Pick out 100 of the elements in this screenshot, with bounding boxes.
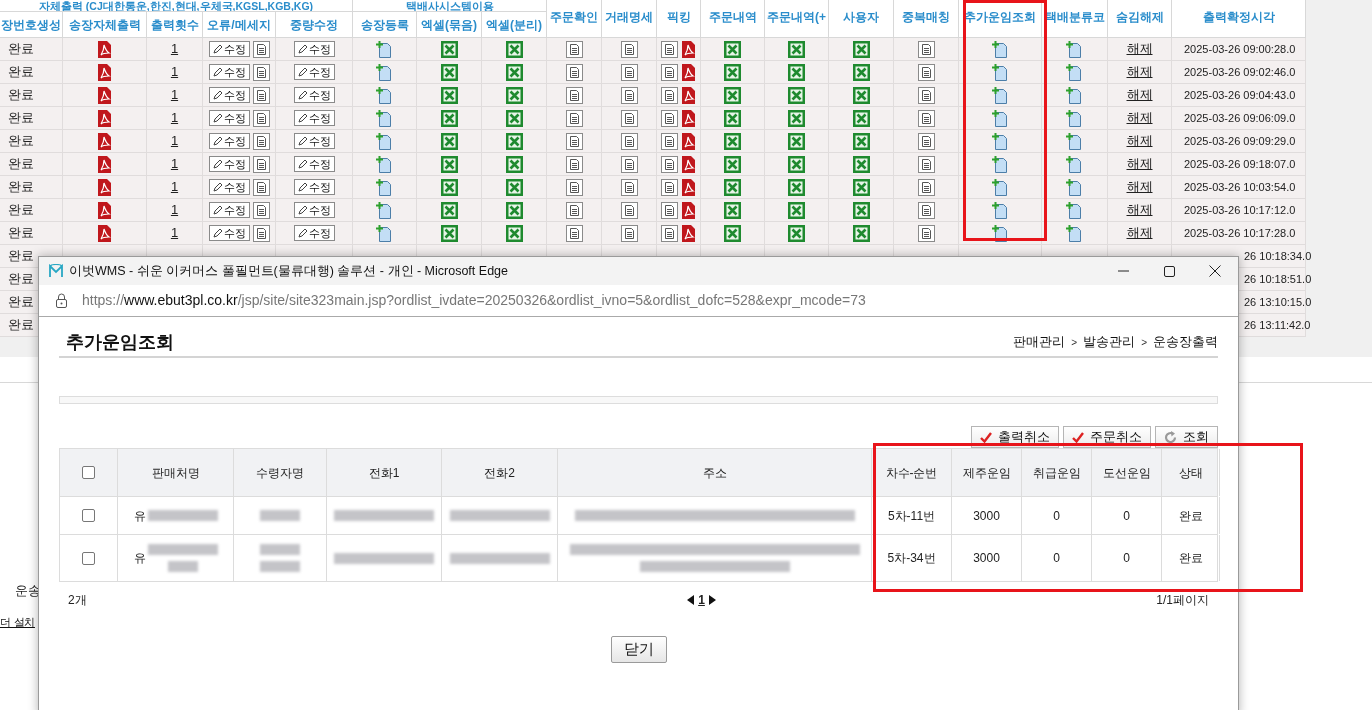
unhide-link[interactable]: 해제 [1126, 223, 1153, 243]
document-icon[interactable] [252, 155, 270, 173]
count-link[interactable]: 1 [170, 108, 179, 128]
document-icon[interactable] [565, 63, 583, 81]
document-icon[interactable] [565, 201, 583, 219]
document-icon[interactable] [565, 86, 583, 104]
spreadsheet-icon[interactable] [724, 155, 741, 173]
spreadsheet-icon[interactable] [852, 86, 870, 104]
checkbox[interactable] [82, 466, 95, 479]
spreadsheet-icon[interactable] [852, 201, 870, 219]
spreadsheet-icon[interactable] [440, 224, 458, 242]
close-dialog-button[interactable]: 닫기 [610, 636, 667, 663]
spreadsheet-icon[interactable] [440, 109, 458, 127]
add-document-icon[interactable] [1066, 86, 1083, 104]
document-icon[interactable] [917, 224, 935, 242]
document-icon[interactable] [620, 178, 638, 196]
edit-button[interactable]: 수정 [293, 225, 335, 241]
spreadsheet-icon[interactable] [852, 109, 870, 127]
spreadsheet-icon[interactable] [788, 109, 805, 127]
document-icon[interactable] [661, 155, 678, 173]
edit-button[interactable]: 수정 [293, 156, 335, 172]
add-document-icon[interactable] [1066, 155, 1083, 173]
edit-button[interactable]: 수정 [293, 87, 335, 103]
pdf-icon[interactable] [97, 224, 112, 242]
spreadsheet-icon[interactable] [505, 63, 523, 81]
spreadsheet-icon[interactable] [440, 155, 458, 173]
document-icon[interactable] [620, 86, 638, 104]
checkbox[interactable] [82, 509, 95, 522]
document-icon[interactable] [252, 109, 270, 127]
spreadsheet-icon[interactable] [440, 201, 458, 219]
document-icon[interactable] [661, 40, 678, 58]
document-icon[interactable] [620, 109, 638, 127]
document-icon[interactable] [661, 86, 678, 104]
document-icon[interactable] [252, 40, 270, 58]
document-icon[interactable] [620, 40, 638, 58]
document-icon[interactable] [565, 40, 583, 58]
spreadsheet-icon[interactable] [505, 178, 523, 196]
add-document-icon[interactable] [1066, 132, 1083, 150]
spreadsheet-icon[interactable] [724, 178, 741, 196]
spreadsheet-icon[interactable] [724, 201, 741, 219]
pdf-icon[interactable] [681, 201, 696, 219]
edit-button[interactable]: 수정 [208, 87, 250, 103]
add-document-icon[interactable] [991, 155, 1009, 173]
spreadsheet-icon[interactable] [788, 132, 805, 150]
document-icon[interactable] [661, 201, 678, 219]
unhide-link[interactable]: 해제 [1126, 131, 1153, 151]
spreadsheet-icon[interactable] [724, 224, 741, 242]
spreadsheet-icon[interactable] [852, 63, 870, 81]
spreadsheet-icon[interactable] [788, 178, 805, 196]
count-link[interactable]: 1 [170, 131, 179, 151]
page-link[interactable]: 1 [698, 591, 705, 609]
add-document-icon[interactable] [991, 178, 1009, 196]
action-button[interactable]: 출력취소 [971, 426, 1059, 448]
count-link[interactable]: 1 [170, 62, 179, 82]
breadcrumb-item[interactable]: 발송관리 [1083, 333, 1136, 352]
document-icon[interactable] [565, 224, 583, 242]
edit-button[interactable]: 수정 [293, 64, 335, 80]
spreadsheet-icon[interactable] [788, 155, 805, 173]
document-icon[interactable] [917, 63, 935, 81]
spreadsheet-icon[interactable] [724, 40, 741, 58]
breadcrumb-item[interactable]: 운송장출력 [1153, 333, 1218, 352]
unhide-link[interactable]: 해제 [1126, 85, 1153, 105]
spreadsheet-icon[interactable] [505, 109, 523, 127]
edit-button[interactable]: 수정 [208, 110, 250, 126]
spreadsheet-icon[interactable] [440, 132, 458, 150]
document-icon[interactable] [565, 178, 583, 196]
spreadsheet-icon[interactable] [852, 40, 870, 58]
add-document-icon[interactable] [991, 224, 1009, 242]
install-link[interactable]: 더 설치 [0, 613, 35, 630]
unhide-link[interactable]: 해제 [1126, 200, 1153, 220]
add-document-icon[interactable] [991, 40, 1009, 58]
document-icon[interactable] [661, 178, 678, 196]
checkbox[interactable] [82, 551, 95, 565]
spreadsheet-icon[interactable] [788, 224, 805, 242]
edit-button[interactable]: 수정 [208, 225, 250, 241]
action-button[interactable]: 조회 [1155, 426, 1218, 448]
count-link[interactable]: 1 [170, 200, 179, 220]
pdf-icon[interactable] [97, 86, 112, 104]
add-document-icon[interactable] [1066, 178, 1083, 196]
spreadsheet-icon[interactable] [788, 201, 805, 219]
add-document-icon[interactable] [376, 86, 393, 104]
document-icon[interactable] [661, 224, 678, 242]
add-document-icon[interactable] [1066, 63, 1083, 81]
pdf-icon[interactable] [681, 178, 696, 196]
pdf-icon[interactable] [97, 155, 112, 173]
spreadsheet-icon[interactable] [852, 132, 870, 150]
spreadsheet-icon[interactable] [440, 40, 458, 58]
spreadsheet-icon[interactable] [505, 155, 523, 173]
spreadsheet-icon[interactable] [852, 224, 870, 242]
document-icon[interactable] [917, 155, 935, 173]
spreadsheet-icon[interactable] [505, 132, 523, 150]
spreadsheet-icon[interactable] [788, 86, 805, 104]
unhide-link[interactable]: 해제 [1126, 177, 1153, 197]
add-document-icon[interactable] [376, 155, 393, 173]
document-icon[interactable] [620, 201, 638, 219]
add-document-icon[interactable] [1066, 109, 1083, 127]
document-icon[interactable] [661, 132, 678, 150]
edit-button[interactable]: 수정 [293, 110, 335, 126]
document-icon[interactable] [620, 132, 638, 150]
document-icon[interactable] [917, 178, 935, 196]
